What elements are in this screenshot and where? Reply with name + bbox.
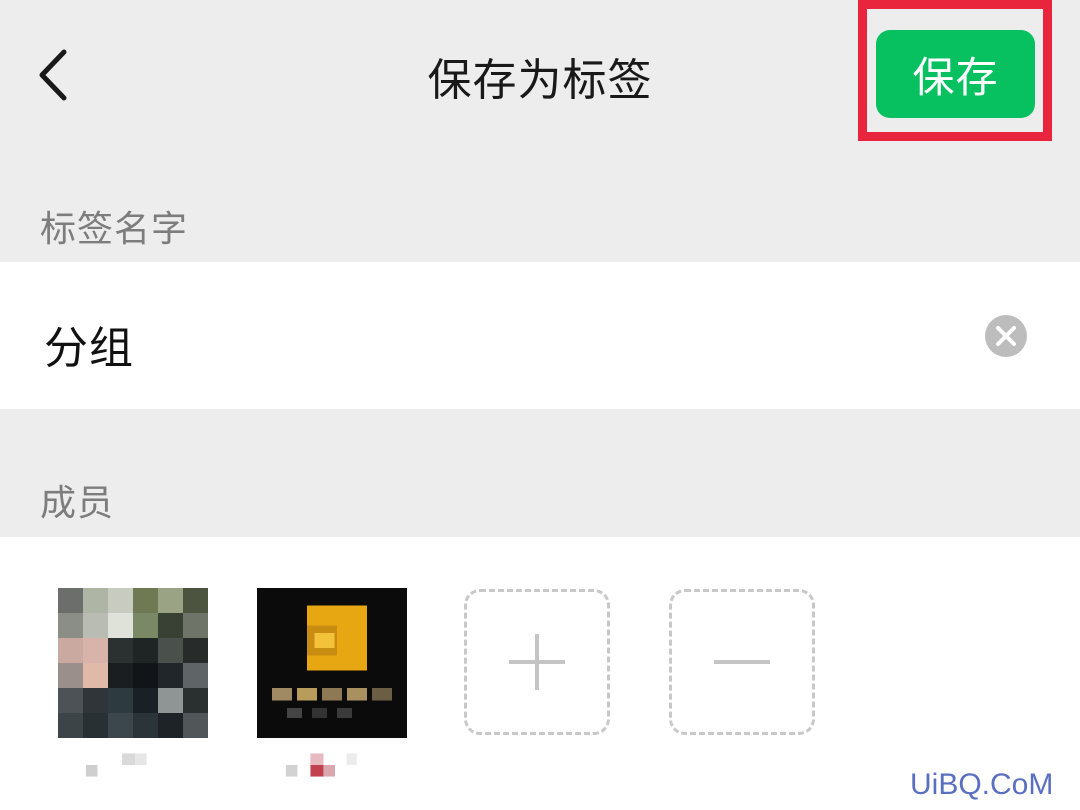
add-member-button[interactable] bbox=[464, 589, 610, 735]
tag-name-label: 标签名字 bbox=[40, 209, 189, 250]
tag-name-input[interactable]: 分组 bbox=[44, 312, 134, 376]
save-button[interactable]: 保存 bbox=[876, 30, 1035, 118]
minus-icon bbox=[714, 660, 770, 664]
members-label: 成员 bbox=[40, 483, 115, 524]
watermark: UiBQ.CoM bbox=[910, 768, 1054, 801]
clear-circle-icon[interactable] bbox=[984, 314, 1028, 358]
member-avatar[interactable] bbox=[257, 588, 407, 738]
member-name-pixelated bbox=[85, 753, 147, 777]
remove-member-button[interactable] bbox=[669, 589, 815, 735]
tag-name-row[interactable] bbox=[0, 262, 1080, 409]
plus-icon bbox=[509, 634, 565, 690]
member-name-pixelated bbox=[285, 753, 357, 777]
member-avatar[interactable] bbox=[58, 588, 208, 738]
